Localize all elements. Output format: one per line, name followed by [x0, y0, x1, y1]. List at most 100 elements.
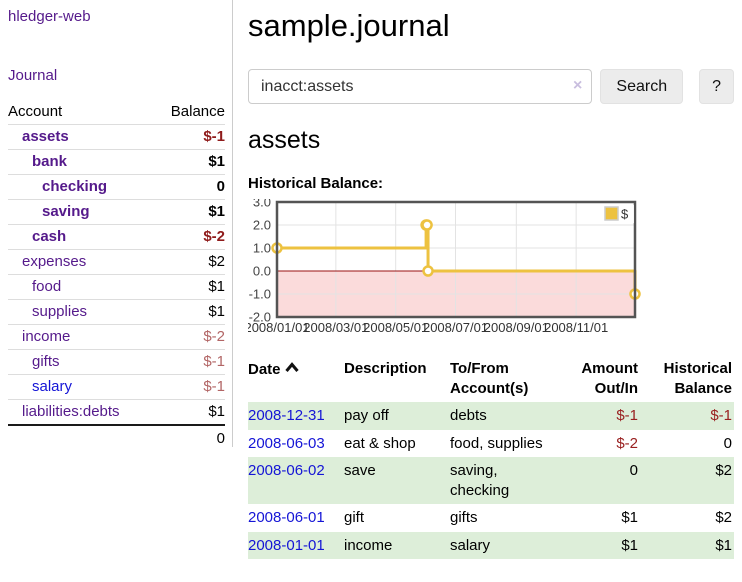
- transaction-accounts: debts: [450, 402, 562, 430]
- transaction-date-link[interactable]: 2008-06-02: [248, 462, 325, 479]
- register-row: 2008-06-03 eat & shop food, supplies $-2…: [248, 430, 734, 458]
- transaction-date-link[interactable]: 2008-06-03: [248, 435, 325, 452]
- svg-text:2008/01/01: 2008/01/01: [248, 320, 310, 335]
- account-row: expenses $2: [8, 250, 225, 275]
- account-row: salary $-1: [8, 375, 225, 400]
- column-header-amount: Amount Out/In: [562, 357, 640, 402]
- column-header-balance: Historical Balance: [640, 357, 734, 402]
- historical-balance-chart: 3.02.01.00.0-1.0-2.02008/01/012008/03/01…: [248, 199, 734, 341]
- balance-value: $-2: [154, 225, 225, 250]
- balance-value: 0: [154, 175, 225, 200]
- transaction-amount: $1: [562, 504, 640, 532]
- account-link-salary[interactable]: salary: [32, 378, 72, 395]
- account-link-assets[interactable]: assets: [22, 128, 69, 145]
- account-link-checking[interactable]: checking: [42, 178, 107, 195]
- svg-text:2008/05/01: 2008/05/01: [363, 320, 428, 335]
- account-link-cash[interactable]: cash: [32, 228, 66, 245]
- account-heading: assets: [248, 126, 734, 155]
- column-header-description: Description: [344, 357, 450, 402]
- account-column-header: Account: [8, 100, 154, 125]
- account-link-expenses[interactable]: expenses: [22, 253, 86, 270]
- search-button[interactable]: Search: [600, 69, 683, 104]
- brand-link[interactable]: hledger-web: [8, 8, 91, 25]
- transaction-balance: $2: [640, 457, 734, 504]
- balance-value: $2: [154, 250, 225, 275]
- transaction-accounts: food, supplies: [450, 430, 562, 458]
- account-row: liabilities:debts $1: [8, 400, 225, 426]
- transaction-description: gift: [344, 504, 450, 532]
- transaction-accounts: gifts: [450, 504, 562, 532]
- svg-text:2008/09/01: 2008/09/01: [484, 320, 549, 335]
- transaction-date-link[interactable]: 2008-12-31: [248, 407, 325, 424]
- svg-text:2008/07/01: 2008/07/01: [423, 320, 488, 335]
- sidebar: hledger-web Journal Account Balance asse…: [0, 0, 233, 447]
- help-button[interactable]: ?: [699, 69, 734, 104]
- brand: hledger-web: [8, 8, 225, 26]
- svg-text:-1.0: -1.0: [249, 287, 271, 302]
- balance-value: $-1: [154, 125, 225, 150]
- account-row: assets $-1: [8, 125, 225, 150]
- balance-value: $1: [154, 150, 225, 175]
- transaction-amount: $-1: [562, 402, 640, 430]
- transaction-date-link[interactable]: 2008-01-01: [248, 537, 325, 554]
- register-row: 2008-06-01 gift gifts $1 $2: [248, 504, 734, 532]
- sort-ascending-icon: [285, 359, 299, 379]
- column-header-date[interactable]: Date: [248, 357, 344, 402]
- svg-text:2008/11/01: 2008/11/01: [544, 320, 608, 335]
- account-link-gifts[interactable]: gifts: [32, 353, 60, 370]
- transaction-date-link[interactable]: 2008-06-01: [248, 509, 325, 526]
- transaction-balance: 0: [640, 430, 734, 458]
- transaction-amount: $-2: [562, 430, 640, 458]
- transaction-amount: $1: [562, 532, 640, 560]
- journal-link[interactable]: Journal: [8, 67, 57, 84]
- balance-value: $1: [154, 275, 225, 300]
- account-row: gifts $-1: [8, 350, 225, 375]
- account-link-bank[interactable]: bank: [32, 153, 67, 170]
- transaction-description: income: [344, 532, 450, 560]
- account-link-liabilities-debts[interactable]: liabilities:debts: [22, 403, 120, 420]
- nav-journal: Journal: [8, 67, 225, 85]
- account-row: checking 0: [8, 175, 225, 200]
- account-row: cash $-2: [8, 225, 225, 250]
- account-row: income $-2: [8, 325, 225, 350]
- account-balance-table: Account Balance assets $-1 bank $1 check…: [8, 100, 225, 451]
- balance-value: $1: [154, 300, 225, 325]
- account-row: supplies $1: [8, 300, 225, 325]
- balance-value: $1: [154, 200, 225, 225]
- register-row: 2008-12-31 pay off debts $-1 $-1: [248, 402, 734, 430]
- main-content: sample.journal × Search ? assets Histori…: [248, 0, 734, 559]
- transaction-accounts: saving, checking: [450, 457, 562, 504]
- clear-search-icon[interactable]: ×: [573, 77, 582, 95]
- svg-text:0.0: 0.0: [253, 264, 271, 279]
- balance-value: $-1: [154, 350, 225, 375]
- account-row: food $1: [8, 275, 225, 300]
- balance-column-header: Balance: [154, 100, 225, 125]
- transaction-balance: $-1: [640, 402, 734, 430]
- svg-text:$: $: [621, 207, 629, 222]
- account-link-income[interactable]: income: [22, 328, 70, 345]
- svg-text:2008/03/01: 2008/03/01: [303, 320, 368, 335]
- account-link-supplies[interactable]: supplies: [32, 303, 87, 320]
- chart-title: Historical Balance:: [248, 175, 734, 192]
- svg-text:1.0: 1.0: [253, 241, 271, 256]
- transaction-balance: $2: [640, 504, 734, 532]
- transaction-amount: 0: [562, 457, 640, 504]
- chart-canvas: 3.02.01.00.0-1.0-2.02008/01/012008/03/01…: [248, 199, 734, 341]
- account-row: bank $1: [8, 150, 225, 175]
- page-title: sample.journal: [248, 8, 734, 44]
- register-header-row: Date Description To/From Account(s) Amou…: [248, 357, 734, 402]
- account-link-saving[interactable]: saving: [42, 203, 90, 220]
- balance-value: $-1: [154, 375, 225, 400]
- balance-value: $1: [154, 400, 225, 426]
- balance-value: $-2: [154, 325, 225, 350]
- account-link-food[interactable]: food: [32, 278, 61, 295]
- transaction-description: save: [344, 457, 450, 504]
- register-table: Date Description To/From Account(s) Amou…: [248, 357, 734, 559]
- search-input[interactable]: [248, 69, 592, 104]
- transaction-description: eat & shop: [344, 430, 450, 458]
- account-table-header: Account Balance: [8, 100, 225, 125]
- account-total-row: 0: [8, 425, 225, 451]
- svg-text:3.0: 3.0: [253, 199, 271, 210]
- search-bar: × Search ?: [248, 69, 734, 104]
- transaction-accounts: salary: [450, 532, 562, 560]
